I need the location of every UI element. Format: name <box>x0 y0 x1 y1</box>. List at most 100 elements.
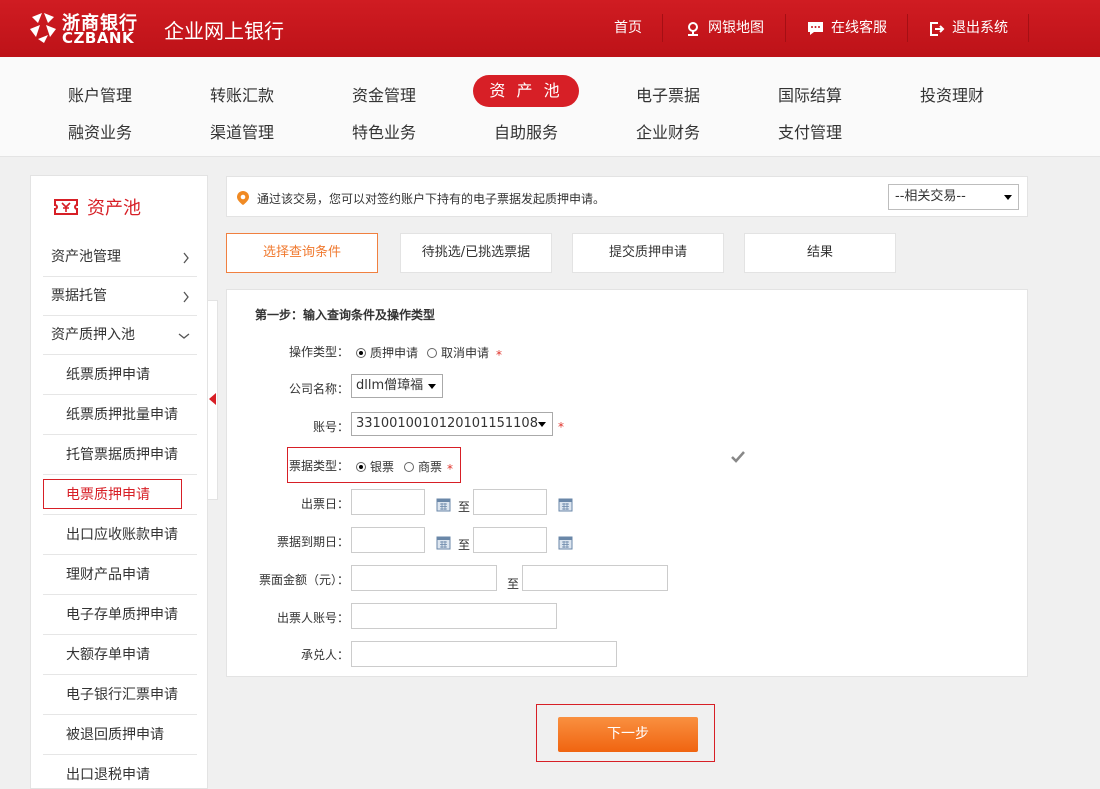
top-divider <box>1028 14 1029 42</box>
info-bar: 通过该交易，您可以对签约账户下持有的电子票据发起质押申请。 --相关交易-- <box>226 176 1028 217</box>
sidebar-item-custody-bill-pledge[interactable]: 托管票据质押申请 <box>43 436 197 475</box>
radio-label: 质押申请 <box>370 346 419 360</box>
app-title: 企业网上银行 <box>164 19 284 43</box>
next-step-button[interactable]: 下一步 <box>558 717 698 752</box>
sidebar-item-label: 纸票质押申请 <box>66 367 150 383</box>
issue-date-label: 出票日： <box>300 497 349 511</box>
issue-date-start-input[interactable] <box>351 489 425 515</box>
due-date-end-input[interactable] <box>473 527 547 553</box>
sidebar-item-label: 资产池管理 <box>51 249 121 265</box>
sidebar-item-label: 托管票据质押申请 <box>66 447 178 463</box>
sidebar-item-paper-bill-pledge[interactable]: 纸票质押申请 <box>43 356 197 395</box>
step-tab-query-conditions[interactable]: 选择查询条件 <box>226 233 378 273</box>
sidebar-item-label: 被退回质押申请 <box>66 727 164 743</box>
sidebar-item-e-deposit-pledge[interactable]: 电子存单质押申请 <box>43 596 197 635</box>
sidebar-item-label: 电子银行汇票申请 <box>66 687 178 703</box>
amount-max-input[interactable] <box>522 565 668 591</box>
sidebar-item-wealth-product[interactable]: 理财产品申请 <box>43 556 197 595</box>
form-step-title: 第一步：输入查询条件及操作类型 <box>255 308 436 322</box>
home-link[interactable]: 首页 <box>614 0 642 57</box>
nav-investment[interactable]: 投资理财 <box>920 82 984 106</box>
dropdown-caret-icon <box>538 422 546 427</box>
online-service-label: 在线客服 <box>831 20 887 36</box>
nav-transfer[interactable]: 转账汇款 <box>210 82 274 106</box>
account-select[interactable]: 3310010010120101151108 <box>351 412 553 436</box>
czbank-logo-icon <box>30 13 56 43</box>
dropdown-caret-icon <box>1004 195 1012 200</box>
top-divider <box>785 14 786 42</box>
sidebar-item-e-bank-draft[interactable]: 电子银行汇票申请 <box>43 676 197 715</box>
main-nav: 账户管理 转账汇款 资金管理 资 产 池 电子票据 国际结算 投资理财 融资业务… <box>0 57 1100 157</box>
amount-min-input[interactable] <box>351 565 497 591</box>
nav-fund-management[interactable]: 资金管理 <box>352 82 416 106</box>
sidebar-item-returned-pledge[interactable]: 被退回质押申请 <box>43 716 197 755</box>
calendar-icon[interactable] <box>558 497 573 512</box>
sidebar-item-export-tax-refund[interactable]: 出口退税申请 <box>43 756 197 789</box>
sidebar-item-export-receivables[interactable]: 出口应收账款申请 <box>43 516 197 555</box>
nav-asset-pool[interactable]: 资 产 池 <box>473 75 579 107</box>
nav-featured-business[interactable]: 特色业务 <box>352 119 416 143</box>
sidebar-item-bill-custody[interactable]: 票据托管 <box>43 277 197 316</box>
step-tab-select-bills[interactable]: 待挑选/已挑选票据 <box>400 233 552 273</box>
nav-account-management[interactable]: 账户管理 <box>68 82 132 106</box>
account-select-value: 3310010010120101151108 <box>356 416 538 431</box>
company-label: 公司名称： <box>288 382 349 396</box>
issue-date-end-input[interactable] <box>473 489 547 515</box>
radio-label: 取消申请 <box>441 346 490 360</box>
nav-self-service[interactable]: 自助服务 <box>494 119 558 143</box>
query-form-panel: 第一步：输入查询条件及操作类型 操作类型： 质押申请 取消申请 * 公司名称： … <box>226 289 1028 677</box>
required-mark: * <box>496 348 502 362</box>
nav-payment-management[interactable]: 支付管理 <box>778 119 842 143</box>
ticket-icon <box>54 199 78 215</box>
top-divider <box>907 14 908 42</box>
required-mark: * <box>558 420 564 434</box>
step-tab-result[interactable]: 结果 <box>744 233 896 273</box>
sidebar-item-label: 电子存单质押申请 <box>66 607 178 623</box>
radio-cancel-apply[interactable]: 取消申请 <box>427 344 489 361</box>
online-service-link[interactable]: 在线客服 <box>807 0 887 57</box>
nav-intl-settlement[interactable]: 国际结算 <box>778 82 842 106</box>
sidebar: 资产池 资产池管理 票据托管 资产质押入池 纸票质押申请 纸票质押批量申请 托管… <box>30 175 208 789</box>
company-select-value: dllm僧璋福 <box>356 378 424 393</box>
top-header: 浙商银行 CZBANK 企业网上银行 首页 网银地图 在线客服 退出系统 <box>0 0 1100 57</box>
logout-label: 退出系统 <box>952 20 1008 36</box>
logout-link[interactable]: 退出系统 <box>929 0 1008 57</box>
due-date-start-input[interactable] <box>351 527 425 553</box>
radio-pledge-apply[interactable]: 质押申请 <box>356 344 418 361</box>
sidebar-item-label: 资产质押入池 <box>51 327 135 343</box>
sidebar-item-label: 大额存单申请 <box>66 647 150 663</box>
check-icon <box>731 451 745 463</box>
sidebar-item-label: 纸票质押批量申请 <box>66 407 178 423</box>
acceptor-label: 承兑人： <box>300 648 349 662</box>
sidebar-item-label: 出口应收账款申请 <box>66 527 178 543</box>
logo-text-en: CZBANK <box>62 29 135 47</box>
calendar-icon[interactable] <box>436 535 451 550</box>
radio-unchecked-icon <box>427 347 437 358</box>
account-label: 账号： <box>312 420 349 434</box>
drawer-account-label: 出票人账号： <box>276 611 349 625</box>
info-text: 通过该交易，您可以对签约账户下持有的电子票据发起质押申请。 <box>257 192 606 206</box>
range-to-label: 至 <box>507 577 520 591</box>
acceptor-input[interactable] <box>351 641 617 667</box>
location-info-icon <box>237 191 249 205</box>
sidebar-title: 资产池 <box>87 198 141 219</box>
company-select[interactable]: dllm僧璋福 <box>351 374 443 398</box>
step-tab-submit-pledge[interactable]: 提交质押申请 <box>572 233 724 273</box>
sidebar-header: 资产池 <box>53 194 141 220</box>
sidebar-item-asset-pool-management[interactable]: 资产池管理 <box>43 238 197 277</box>
nav-corporate-finance[interactable]: 企业财务 <box>636 119 700 143</box>
nav-financing[interactable]: 融资业务 <box>68 119 132 143</box>
sidebar-item-asset-pledge[interactable]: 资产质押入池 <box>43 316 197 355</box>
drawer-account-input[interactable] <box>351 603 557 629</box>
calendar-icon[interactable] <box>436 497 451 512</box>
nav-e-bills[interactable]: 电子票据 <box>636 82 700 106</box>
site-map-link[interactable]: 网银地图 <box>685 0 764 57</box>
related-transactions-select[interactable]: --相关交易-- <box>888 184 1019 210</box>
calendar-icon[interactable] <box>558 535 573 550</box>
sidebar-item-large-deposit[interactable]: 大额存单申请 <box>43 636 197 675</box>
sidebar-item-paper-bill-batch[interactable]: 纸票质押批量申请 <box>43 396 197 435</box>
top-divider <box>662 14 663 42</box>
dropdown-caret-icon <box>428 384 436 389</box>
chat-icon <box>808 22 823 35</box>
nav-channel-management[interactable]: 渠道管理 <box>210 119 274 143</box>
